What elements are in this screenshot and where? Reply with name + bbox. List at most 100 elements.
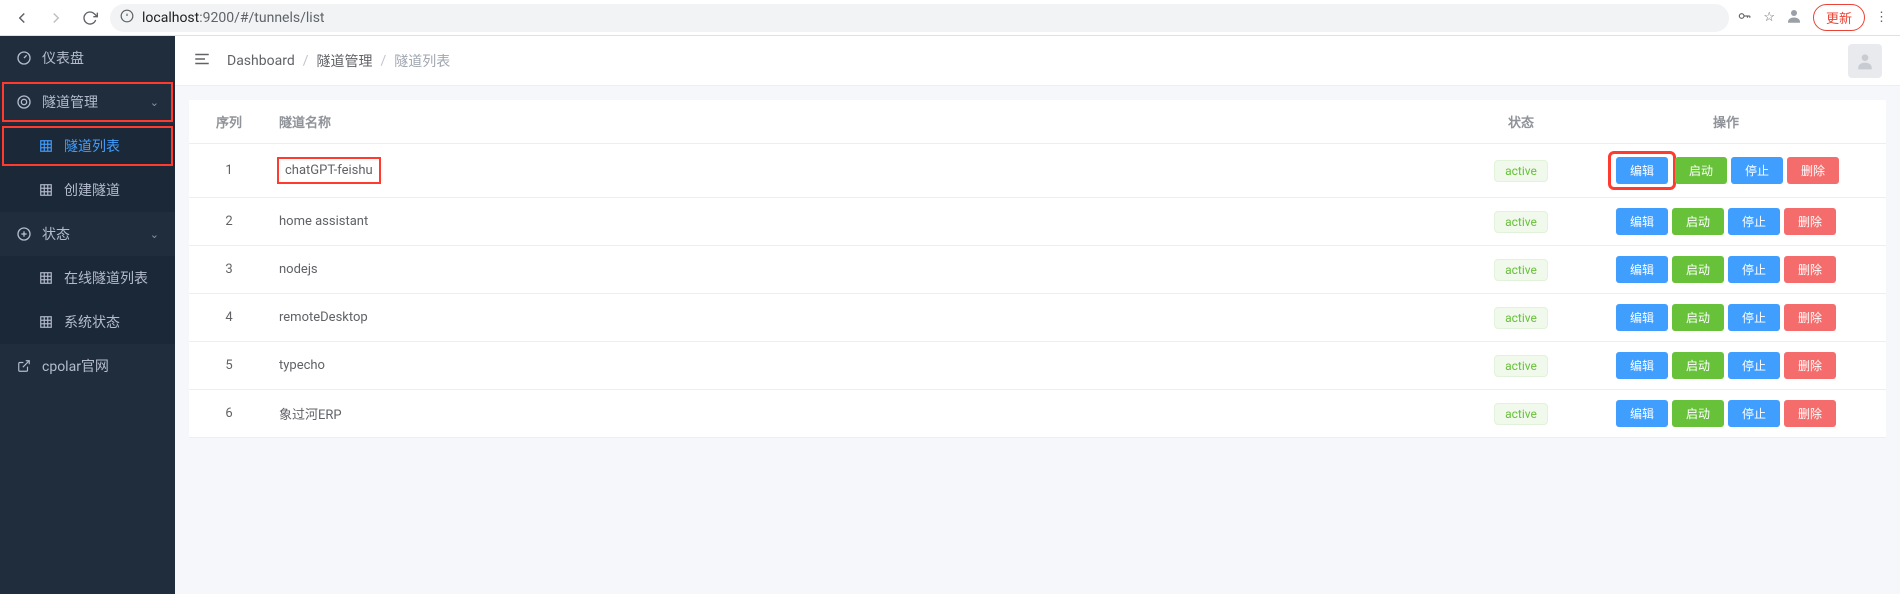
grid-icon (38, 182, 54, 198)
sidebar-sub-label: 创建隧道 (64, 180, 120, 200)
start-button[interactable]: 启动 (1672, 256, 1724, 283)
sidebar-label: cpolar官网 (42, 356, 109, 376)
sidebar-item-tunnel-management[interactable]: 隧道管理 ⌄ (0, 80, 175, 124)
cell-status: active (1476, 144, 1566, 198)
cell-actions: 编辑启动停止删除 (1566, 144, 1886, 198)
sidebar-label: 状态 (42, 224, 70, 244)
breadcrumb-separator: / (303, 53, 309, 69)
header-actions: 操作 (1566, 100, 1886, 144)
sidebar-item-status[interactable]: 状态 ⌄ (0, 212, 175, 256)
cell-seq: 6 (189, 390, 269, 438)
stop-button[interactable]: 停止 (1728, 352, 1780, 379)
status-badge: active (1494, 259, 1548, 281)
sidebar-sub-create-tunnel[interactable]: 创建隧道 (0, 168, 175, 212)
sidebar-sub-label: 隧道列表 (64, 136, 120, 156)
start-button[interactable]: 启动 (1672, 304, 1724, 331)
breadcrumb-item[interactable]: 隧道管理 (317, 51, 373, 71)
url-text: localhost:9200/#/tunnels/list (142, 10, 325, 26)
edit-button[interactable]: 编辑 (1616, 256, 1668, 283)
browser-toolbar: localhost:9200/#/tunnels/list ☆ 更新 ⋮ (0, 0, 1900, 36)
header-name: 隧道名称 (269, 100, 1476, 144)
table-row: 5typechoactive编辑启动停止删除 (189, 342, 1886, 390)
table-row: 3nodejsactive编辑启动停止删除 (189, 246, 1886, 294)
stop-button[interactable]: 停止 (1731, 157, 1783, 184)
edit-button[interactable]: 编辑 (1616, 157, 1668, 184)
stop-button[interactable]: 停止 (1728, 400, 1780, 427)
topbar: Dashboard / 隧道管理 / 隧道列表 (175, 36, 1900, 86)
breadcrumb: Dashboard / 隧道管理 / 隧道列表 (227, 51, 450, 71)
grid-icon (38, 314, 54, 330)
chevron-down-icon: ⌄ (150, 96, 159, 109)
dashboard-icon (16, 50, 32, 66)
breadcrumb-separator: / (381, 53, 387, 69)
table-row: 2home assistantactive编辑启动停止删除 (189, 198, 1886, 246)
sidebar-item-dashboard[interactable]: 仪表盘 (0, 36, 175, 80)
start-button[interactable]: 启动 (1675, 157, 1727, 184)
reload-button[interactable] (76, 4, 104, 32)
cell-seq: 1 (189, 144, 269, 198)
start-button[interactable]: 启动 (1672, 352, 1724, 379)
main-area: Dashboard / 隧道管理 / 隧道列表 序列 隧道名称 状态 (175, 36, 1900, 594)
cell-status: active (1476, 246, 1566, 294)
sidebar-item-cpolar-site[interactable]: cpolar官网 (0, 344, 175, 388)
address-bar[interactable]: localhost:9200/#/tunnels/list (110, 4, 1729, 32)
cell-seq: 5 (189, 342, 269, 390)
cell-name: remoteDesktop (269, 294, 1476, 342)
grid-icon (38, 270, 54, 286)
cell-status: active (1476, 198, 1566, 246)
edit-button[interactable]: 编辑 (1616, 400, 1668, 427)
table-row: 6象过河ERPactive编辑启动停止删除 (189, 390, 1886, 438)
status-badge: active (1494, 211, 1548, 233)
sidebar-sub-system-status[interactable]: 系统状态 (0, 300, 175, 344)
chevron-down-icon: ⌄ (150, 228, 159, 241)
delete-button[interactable]: 删除 (1784, 400, 1836, 427)
profile-icon[interactable] (1785, 7, 1803, 29)
highlighted-action: 编辑 (1611, 154, 1673, 187)
site-info-icon[interactable] (120, 9, 134, 27)
browser-update-button[interactable]: 更新 (1813, 4, 1865, 31)
sidebar: 仪表盘 隧道管理 ⌄ 隧道列表 创建隧道 状态 ⌄ (0, 36, 175, 594)
table-row: 1 chatGPT-feishu active 编辑启动停止删除 (189, 144, 1886, 198)
key-icon[interactable] (1735, 9, 1753, 27)
breadcrumb-current: 隧道列表 (394, 51, 450, 71)
stop-button[interactable]: 停止 (1728, 208, 1780, 235)
external-link-icon (16, 358, 32, 374)
edit-button[interactable]: 编辑 (1616, 304, 1668, 331)
content: 序列 隧道名称 状态 操作 1chatGPT-feishuactive编辑启动停… (175, 86, 1900, 452)
header-status: 状态 (1476, 100, 1566, 144)
start-button[interactable]: 启动 (1672, 400, 1724, 427)
star-icon[interactable]: ☆ (1763, 10, 1775, 25)
breadcrumb-item[interactable]: Dashboard (227, 53, 295, 69)
delete-button[interactable]: 删除 (1784, 352, 1836, 379)
cell-status: active (1476, 342, 1566, 390)
stop-button[interactable]: 停止 (1728, 256, 1780, 283)
cell-actions: 编辑启动停止删除 (1566, 342, 1886, 390)
tunnels-table: 序列 隧道名称 状态 操作 1chatGPT-feishuactive编辑启动停… (189, 100, 1886, 438)
tunnel-name: chatGPT-feishu (279, 159, 379, 182)
user-avatar[interactable] (1848, 44, 1882, 78)
sidebar-label: 隧道管理 (42, 92, 98, 112)
delete-button[interactable]: 删除 (1784, 304, 1836, 331)
edit-button[interactable]: 编辑 (1616, 352, 1668, 379)
status-badge: active (1494, 160, 1548, 182)
forward-button[interactable] (42, 4, 70, 32)
status-badge: active (1494, 403, 1548, 425)
stop-button[interactable]: 停止 (1728, 304, 1780, 331)
cell-seq: 2 (189, 198, 269, 246)
cell-name: nodejs (269, 246, 1476, 294)
cell-status: active (1476, 294, 1566, 342)
table-header-row: 序列 隧道名称 状态 操作 (189, 100, 1886, 144)
collapse-sidebar-button[interactable] (193, 50, 211, 72)
status-badge: active (1494, 307, 1548, 329)
delete-button[interactable]: 删除 (1784, 208, 1836, 235)
sidebar-label: 仪表盘 (42, 48, 84, 68)
delete-button[interactable]: 删除 (1784, 256, 1836, 283)
back-button[interactable] (8, 4, 36, 32)
target-icon (16, 94, 32, 110)
browser-menu-icon[interactable]: ⋮ (1875, 10, 1888, 25)
start-button[interactable]: 启动 (1672, 208, 1724, 235)
delete-button[interactable]: 删除 (1787, 157, 1839, 184)
sidebar-sub-online-tunnels[interactable]: 在线隧道列表 (0, 256, 175, 300)
sidebar-sub-tunnel-list[interactable]: 隧道列表 (0, 124, 175, 168)
edit-button[interactable]: 编辑 (1616, 208, 1668, 235)
